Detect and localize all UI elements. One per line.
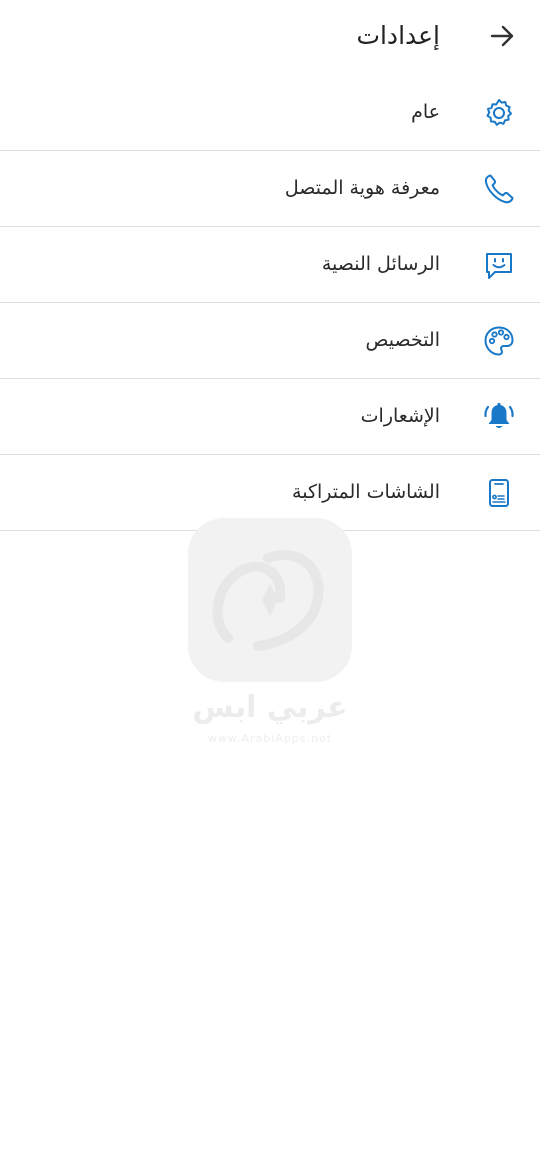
watermark-url: www.ArabiApps.net <box>207 732 333 745</box>
menu-item-label: الرسائل النصية <box>321 253 440 275</box>
arrow-back-icon <box>488 22 516 54</box>
menu-item-notifications[interactable]: الإشعارات <box>0 379 540 455</box>
phone-icon <box>482 172 516 206</box>
menu-item-label: عام <box>411 101 440 123</box>
menu-item-label: الشاشات المتراكبة <box>292 481 440 503</box>
app-header: إعدادات <box>0 0 540 74</box>
message-smile-icon <box>482 248 516 282</box>
gear-icon <box>482 96 516 130</box>
menu-item-label: التخصيص <box>365 329 440 351</box>
palette-icon <box>482 324 516 358</box>
settings-screen: إعدادات عام معرفة هوية المتصل الرسائل ال… <box>0 0 540 1152</box>
phone-overlay-icon <box>482 476 516 510</box>
menu-item-label: الإشعارات <box>360 405 440 427</box>
page-title: إعدادات <box>356 21 440 50</box>
menu-item-label: معرفة هوية المتصل <box>284 177 440 199</box>
settings-menu: عام معرفة هوية المتصل الرسائل النصية الت… <box>0 75 540 531</box>
watermark-logo <box>188 518 352 682</box>
menu-item-messages[interactable]: الرسائل النصية <box>0 227 540 303</box>
menu-item-overlay-screens[interactable]: الشاشات المتراكبة <box>0 455 540 531</box>
menu-item-caller-id[interactable]: معرفة هوية المتصل <box>0 151 540 227</box>
menu-item-customization[interactable]: التخصيص <box>0 303 540 379</box>
back-button[interactable] <box>486 22 518 54</box>
watermark: عربي ابس www.ArabiApps.net <box>188 518 352 748</box>
menu-item-general[interactable]: عام <box>0 75 540 151</box>
bell-ringing-icon <box>482 400 516 434</box>
watermark-name: عربي ابس <box>192 690 348 725</box>
